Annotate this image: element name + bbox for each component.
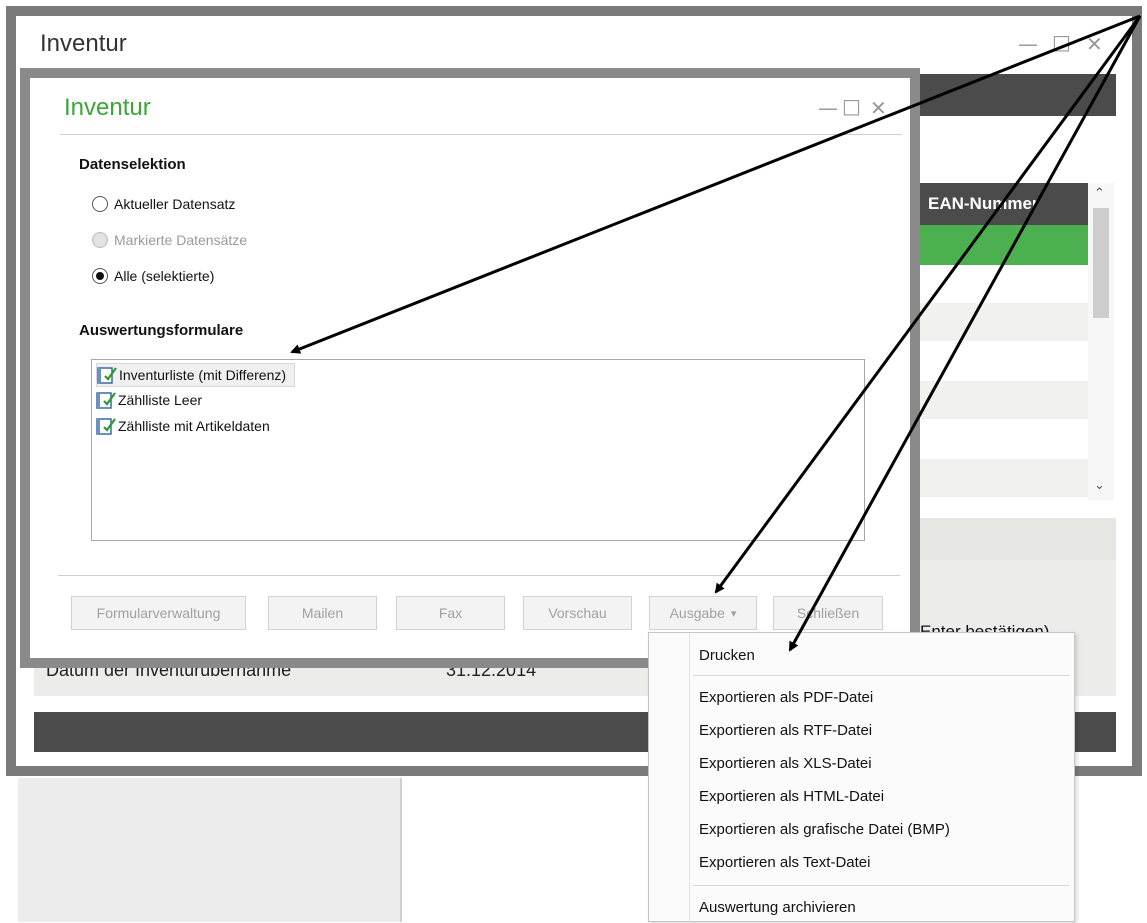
dialog-minimize-icon[interactable]: — <box>818 96 838 120</box>
outer-minimize-icon[interactable]: — <box>1018 32 1038 56</box>
outer-header-bar <box>916 74 1116 116</box>
menu-item-export-html[interactable]: Exportieren als HTML-Datei <box>699 788 884 805</box>
scrollbar-thumb[interactable] <box>1093 208 1109 318</box>
menu-item-export-pdf[interactable]: Exportieren als PDF-Datei <box>699 689 873 706</box>
list-item-label: Zählliste mit Artikeldaten <box>118 418 270 434</box>
dialog-title: Inventur <box>64 94 151 121</box>
table-row[interactable] <box>916 303 1088 341</box>
ausgabe-label: Ausgabe <box>669 605 725 621</box>
scroll-up-icon[interactable]: ⌃ <box>1094 186 1105 201</box>
schliessen-button[interactable]: Schließen <box>773 596 883 630</box>
background-panel <box>18 778 400 922</box>
form-book-icon <box>96 418 116 435</box>
dialog-footer-divider <box>58 575 900 576</box>
ausgabe-button[interactable]: Ausgabe ▾ <box>649 596 757 630</box>
background-divider <box>400 778 402 922</box>
column-header-ean[interactable]: EAN-Nummer <box>916 183 1088 225</box>
form-book-icon <box>96 392 116 409</box>
list-item-label: Inventurliste (mit Differenz) <box>119 367 287 383</box>
forms-listbox[interactable]: Inventurliste (mit Differenz) Zählliste … <box>91 359 865 541</box>
date-row: Datum der Inventurübernahme 31.12.2014 <box>34 664 648 696</box>
dialog-divider <box>60 134 902 135</box>
menu-item-export-rtf[interactable]: Exportieren als RTF-Datei <box>699 722 872 739</box>
menu-item-export-bmp[interactable]: Exportieren als grafische Datei (BMP) <box>699 821 950 838</box>
menu-item-export-text[interactable]: Exportieren als Text-Datei <box>699 854 870 871</box>
menu-separator <box>693 885 1069 886</box>
radio-aktueller-datensatz[interactable]: Aktueller Datensatz <box>92 196 235 212</box>
formularverwaltung-button[interactable]: Formularverwaltung <box>71 596 246 630</box>
menu-item-drucken[interactable]: Drucken <box>699 647 755 664</box>
radio-label: Aktueller Datensatz <box>114 196 236 212</box>
dialog-close-icon[interactable]: ✕ <box>870 96 887 120</box>
radio-alle-selektierte[interactable]: Alle (selektierte) <box>92 268 214 284</box>
radio-button[interactable] <box>92 196 108 212</box>
table-row[interactable] <box>916 459 1088 497</box>
section-title-auswertungsformulare: Auswertungsformulare <box>79 322 244 339</box>
vorschau-button[interactable]: Vorschau <box>523 596 632 630</box>
radio-label: Alle (selektierte) <box>114 268 215 284</box>
menu-icon-gutter <box>689 633 690 923</box>
outer-maximize-icon[interactable]: □ <box>1052 30 1071 54</box>
output-dropdown-menu: Drucken Exportieren als PDF-Datei Export… <box>648 632 1075 923</box>
radio-markierte-datensaetze[interactable]: Markierte Datensätze <box>92 232 247 248</box>
list-item[interactable]: Zählliste mit Artikeldaten <box>96 415 278 437</box>
section-title-datenselektion: Datenselektion <box>79 156 186 173</box>
menu-item-archivieren[interactable]: Auswertung archivieren <box>699 899 856 916</box>
dialog-maximize-icon[interactable]: □ <box>842 94 861 118</box>
radio-button[interactable] <box>92 268 108 284</box>
form-book-icon <box>97 367 117 384</box>
radio-button[interactable] <box>92 232 108 248</box>
menu-item-export-xls[interactable]: Exportieren als XLS-Datei <box>699 755 872 772</box>
outer-window-title: Inventur <box>40 30 127 57</box>
table-row[interactable] <box>916 381 1088 419</box>
table-row-selected[interactable] <box>916 225 1088 265</box>
fax-button[interactable]: Fax <box>396 596 505 630</box>
list-item[interactable]: Inventurliste (mit Differenz) <box>96 363 296 387</box>
table-footer-bar <box>916 518 1116 560</box>
radio-label: Markierte Datensätze <box>114 232 248 248</box>
list-item-label: Zählliste Leer <box>118 392 203 408</box>
list-item[interactable]: Zählliste Leer <box>96 389 210 411</box>
menu-separator <box>693 675 1069 676</box>
scroll-down-icon[interactable]: ⌄ <box>1094 478 1105 493</box>
outer-close-icon[interactable]: ✕ <box>1086 32 1103 56</box>
mailen-button[interactable]: Mailen <box>268 596 377 630</box>
chevron-down-icon: ▾ <box>730 607 737 620</box>
